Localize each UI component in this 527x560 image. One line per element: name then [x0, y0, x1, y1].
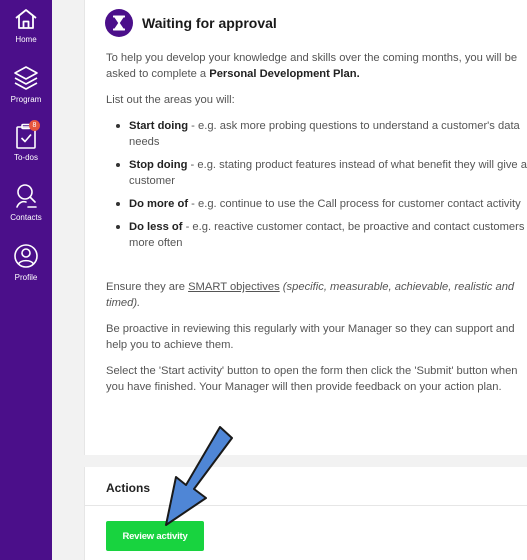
- sidebar-item-label: Home: [15, 35, 37, 44]
- layers-icon: [0, 64, 52, 92]
- card-title: Waiting for approval: [142, 15, 277, 31]
- sidebar-item-home[interactable]: Home: [0, 6, 52, 44]
- smart-paragraph: Ensure they are SMART objectives (specif…: [106, 279, 527, 311]
- sidebar-item-todos[interactable]: 8 To-dos: [0, 120, 52, 162]
- sidebar: Home Program 8 To-dos Contacts Profile: [0, 0, 52, 560]
- list-item-text: - e.g. stating product features instead …: [129, 159, 527, 187]
- intro-bold-text: Personal Development Plan.: [209, 68, 360, 80]
- user-circle-icon: [0, 242, 52, 270]
- list-item-title: Do more of: [129, 198, 189, 210]
- list-item: Do less of - e.g. reactive customer cont…: [106, 219, 527, 251]
- sidebar-item-program[interactable]: Program: [0, 64, 52, 104]
- sidebar-item-label: Program: [10, 95, 42, 104]
- list-item: Start doing - e.g. ask more probing ques…: [106, 118, 527, 150]
- pointer-arrow-icon: [165, 426, 233, 526]
- list-item-title: Do less of: [129, 221, 183, 233]
- list-item-text: - e.g. ask more probing questions to und…: [129, 120, 520, 148]
- list-item-text: - e.g. continue to use the Call process …: [188, 198, 521, 210]
- proactive-paragraph: Be proactive in reviewing this regularly…: [106, 323, 515, 351]
- sidebar-item-contacts[interactable]: Contacts: [0, 182, 52, 222]
- smart-prefix: Ensure they are: [106, 281, 189, 293]
- notification-badge: 8: [29, 120, 40, 131]
- card-body: To help you develop your knowledge and s…: [106, 50, 527, 405]
- list-item-text: - e.g. reactive customer contact, be pro…: [129, 221, 525, 249]
- hourglass-icon: [105, 9, 133, 37]
- smart-objectives-link[interactable]: SMART objectives: [188, 281, 280, 293]
- list-heading: List out the areas you will:: [106, 94, 235, 106]
- activity-card: Waiting for approval To help you develop…: [84, 0, 527, 455]
- areas-list: Start doing - e.g. ask more probing ques…: [106, 118, 527, 251]
- intro-paragraph: To help you develop your knowledge and s…: [106, 50, 527, 82]
- contacts-search-icon: [0, 182, 52, 210]
- sidebar-item-label: Profile: [14, 273, 38, 282]
- list-item: Do more of - e.g. continue to use the Ca…: [106, 196, 527, 212]
- clipboard-check-icon: [0, 122, 52, 150]
- list-item: Stop doing - e.g. stating product featur…: [106, 157, 527, 189]
- sidebar-item-profile[interactable]: Profile: [0, 242, 52, 282]
- actions-title: Actions: [106, 481, 151, 495]
- sidebar-item-label: Contacts: [10, 213, 42, 222]
- list-item-title: Start doing: [129, 120, 189, 132]
- list-item-title: Stop doing: [129, 159, 188, 171]
- home-icon: [0, 6, 52, 32]
- sidebar-item-label: To-dos: [13, 153, 38, 162]
- instructions-paragraph: Select the 'Start activity' button to op…: [106, 365, 518, 393]
- card-header: Waiting for approval: [105, 8, 277, 38]
